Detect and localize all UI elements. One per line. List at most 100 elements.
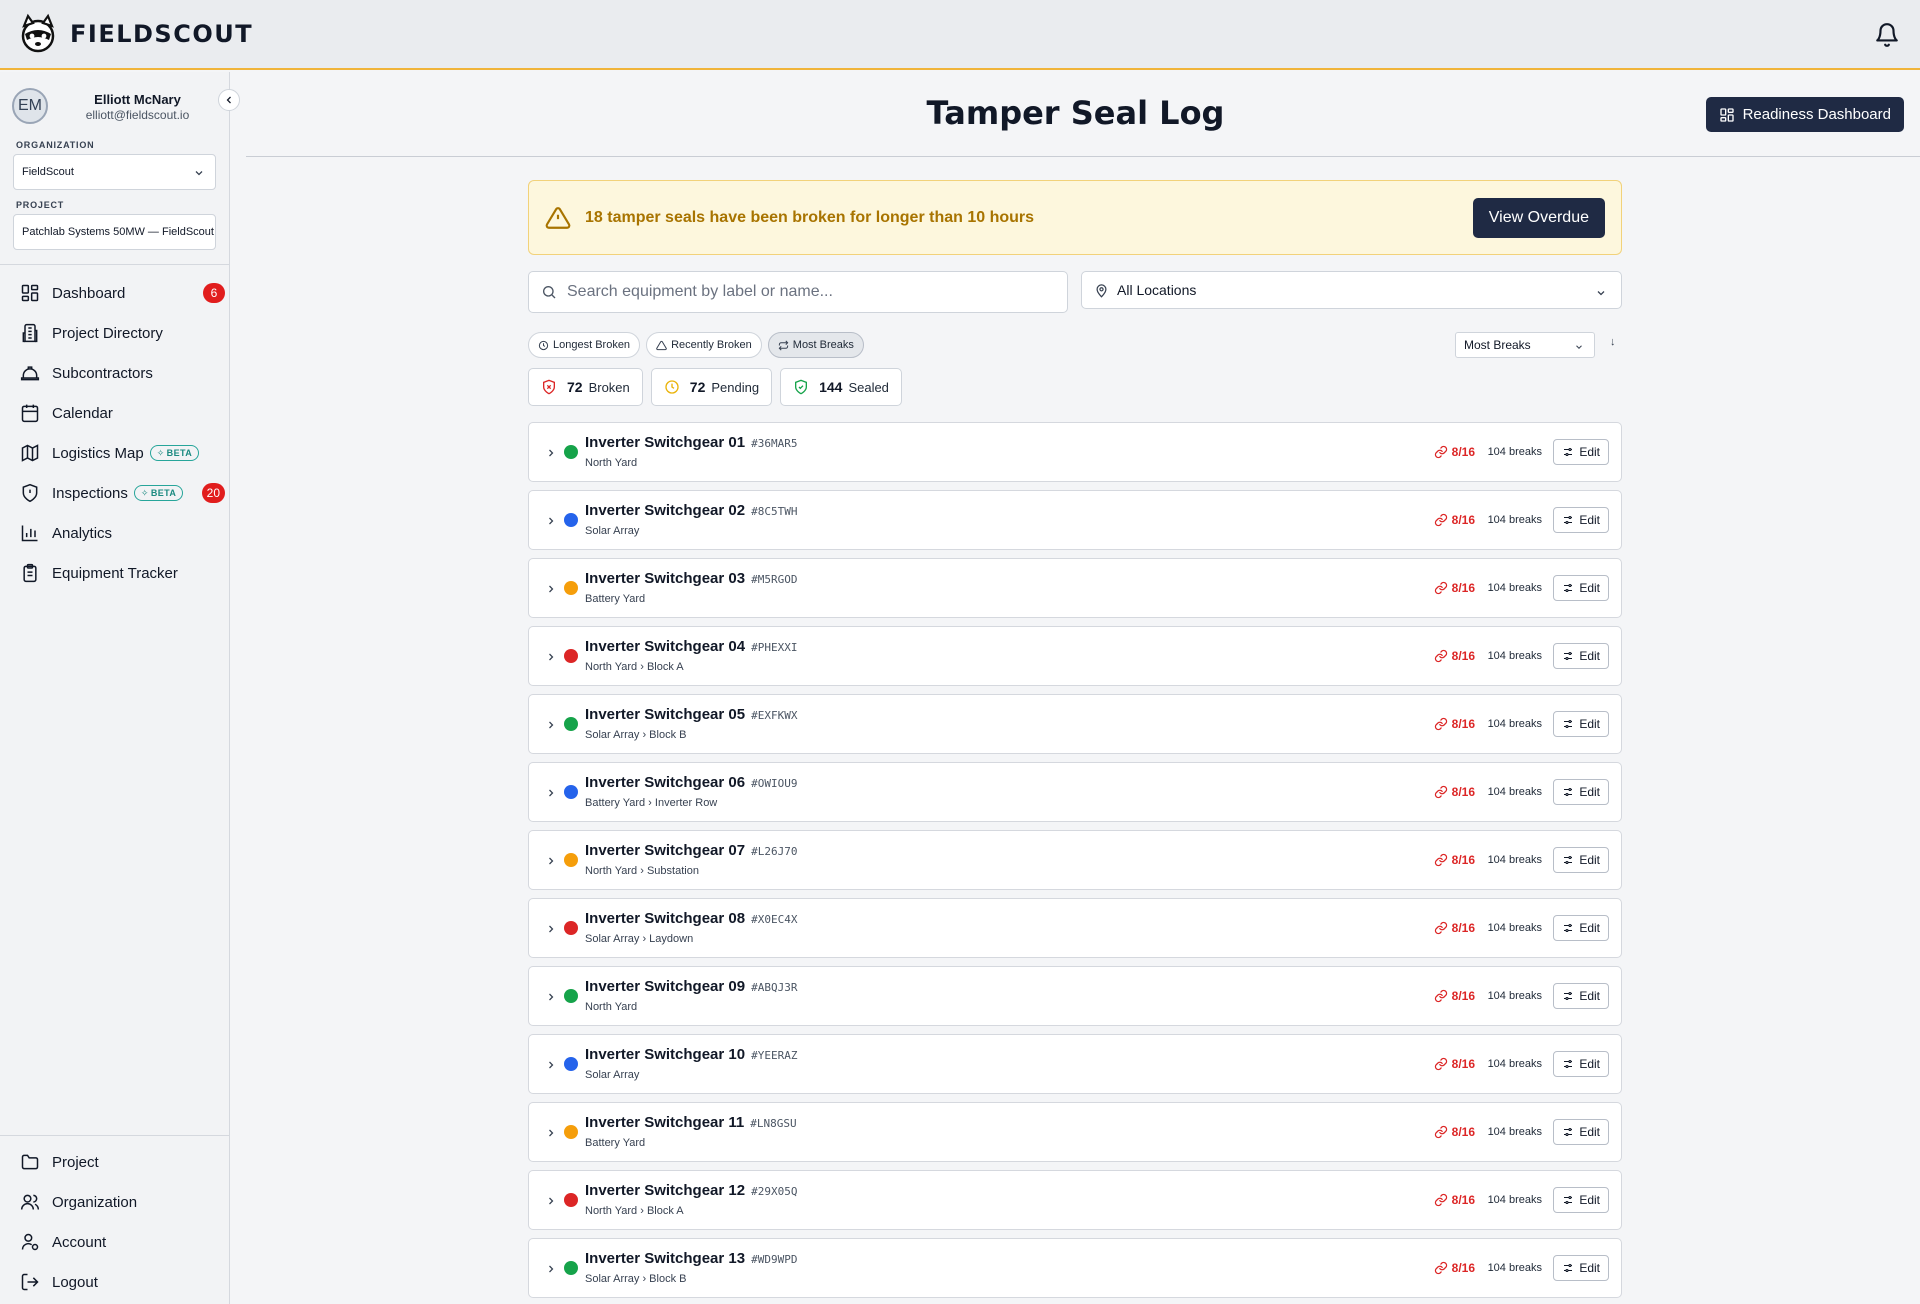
equipment-name: Inverter Switchgear 06 #OWIOU9 (585, 774, 797, 791)
edit-button[interactable]: Edit (1553, 1119, 1609, 1145)
seal-count: 8/16 (1434, 785, 1475, 799)
equipment-name-text: Inverter Switchgear 10 (585, 1046, 746, 1063)
equipment-row[interactable]: Inverter Switchgear 09 #ABQJ3R North Yard… (528, 966, 1622, 1026)
avatar[interactable]: EM (12, 88, 48, 124)
chevron-right-icon[interactable] (545, 787, 557, 799)
edit-button[interactable]: Edit (1553, 711, 1609, 737)
beta-badge: ✧ BETA (133, 485, 184, 501)
equipment-row[interactable]: Inverter Switchgear 02 #8C5TWH Solar Arra… (528, 490, 1622, 550)
logout-icon (21, 1273, 39, 1291)
equipment-location: Solar Array › Block B (585, 1273, 687, 1285)
sort-select[interactable]: Most Breaks (1455, 332, 1595, 358)
edit-button[interactable]: Edit (1553, 915, 1609, 941)
filter-bar: Search equipment by label or name... All… (528, 271, 1622, 313)
sidebar-item-equipment-tracker[interactable]: Equipment Tracker (0, 553, 229, 593)
chevron-right-icon[interactable] (545, 991, 557, 1003)
stat-sealed[interactable]: 144 Sealed (780, 368, 902, 406)
break-count: 104 breaks (1487, 1262, 1542, 1274)
stat-broken[interactable]: 72 Broken (528, 368, 643, 406)
sidebar-item-organization[interactable]: Organization (0, 1182, 229, 1222)
bell-icon[interactable] (1874, 22, 1900, 48)
warning-icon (656, 340, 667, 350)
sidebar-item-calendar[interactable]: Calendar (0, 393, 229, 433)
equipment-row[interactable]: Inverter Switchgear 10 #YEERAZ Solar Arra… (528, 1034, 1622, 1094)
sidebar-item-project-directory[interactable]: Project Directory (0, 313, 229, 353)
seal-stats: 72 Broken 72 Pending 144 Sealed (528, 368, 1622, 406)
equipment-name-text: Inverter Switchgear 06 (585, 774, 746, 791)
readiness-dashboard-button[interactable]: Readiness Dashboard (1705, 97, 1904, 132)
sidebar-item-logistics-map[interactable]: Logistics Map ✧ BETA (0, 433, 229, 473)
edit-button[interactable]: Edit (1553, 1187, 1609, 1213)
equipment-row[interactable]: Inverter Switchgear 06 #OWIOU9 Battery Ya… (528, 762, 1622, 822)
sidebar-item-inspections[interactable]: Inspections ✧ BETA 20 (0, 473, 229, 513)
equipment-name-text: Inverter Switchgear 03 (585, 570, 746, 587)
edit-button[interactable]: Edit (1553, 983, 1609, 1009)
seal-count: 8/16 (1434, 1125, 1475, 1139)
equipment-row[interactable]: Inverter Switchgear 11 #LN8GSU Battery Ya… (528, 1102, 1622, 1162)
search-input[interactable]: Search equipment by label or name... (528, 271, 1068, 313)
brand[interactable]: FIELDSCOUT (16, 12, 253, 56)
equipment-name-text: Inverter Switchgear 11 (585, 1114, 745, 1131)
sort-chip-most-breaks[interactable]: Most Breaks (767, 332, 864, 358)
break-count: 104 breaks (1487, 718, 1542, 730)
equipment-row[interactable]: Inverter Switchgear 07 #L26J70 North Yard… (528, 830, 1622, 890)
chevron-right-icon[interactable] (545, 447, 557, 459)
clock-icon (665, 380, 679, 394)
equipment-name-text: Inverter Switchgear 02 (585, 502, 746, 519)
edit-button[interactable]: Edit (1553, 779, 1609, 805)
chevron-right-icon[interactable] (545, 515, 557, 527)
organization-select[interactable]: FieldScout (13, 154, 216, 190)
readiness-dashboard-label: Readiness Dashboard (1742, 106, 1891, 123)
chevron-right-icon[interactable] (545, 1127, 557, 1139)
edit-button[interactable]: Edit (1553, 507, 1609, 533)
edit-button[interactable]: Edit (1553, 1255, 1609, 1281)
sort-chip-recently-broken[interactable]: Recently Broken (646, 332, 762, 358)
sidebar-item-analytics[interactable]: Analytics (0, 513, 229, 553)
equipment-row[interactable]: Inverter Switchgear 13 #WD9WPD Solar Arra… (528, 1238, 1622, 1298)
sidebar-item-dashboard[interactable]: Dashboard 6 (0, 273, 229, 313)
user-email: elliott@fieldscout.io (85, 108, 190, 122)
stat-pending[interactable]: 72 Pending (650, 368, 773, 406)
equipment-row[interactable]: Inverter Switchgear 08 #X0EC4X Solar Arra… (528, 898, 1622, 958)
chevron-right-icon[interactable] (545, 1059, 557, 1071)
equipment-name: Inverter Switchgear 03 #M5RGOD (585, 570, 797, 587)
sidebar-bottom-nav: Project Organization Account Logout (0, 1135, 229, 1304)
equipment-code: #ABQJ3R (751, 981, 798, 994)
edit-button[interactable]: Edit (1553, 643, 1609, 669)
edit-button[interactable]: Edit (1553, 575, 1609, 601)
equipment-row[interactable]: Inverter Switchgear 04 #PHEXXI North Yard… (528, 626, 1622, 686)
chevron-right-icon[interactable] (545, 1195, 557, 1207)
sidebar-item-project[interactable]: Project (0, 1142, 229, 1182)
view-overdue-button[interactable]: View Overdue (1472, 198, 1605, 238)
equipment-row[interactable]: Inverter Switchgear 03 #M5RGOD Battery Ya… (528, 558, 1622, 618)
chevron-right-icon[interactable] (545, 651, 557, 663)
chevron-down-icon (195, 171, 203, 176)
chevron-right-icon[interactable] (545, 583, 557, 595)
sort-chip-longest-broken[interactable]: Longest Broken (528, 332, 641, 358)
sidebar-item-subcontractors[interactable]: Subcontractors (0, 353, 229, 393)
edit-button[interactable]: Edit (1553, 1051, 1609, 1077)
status-dot (564, 581, 578, 595)
sidebar: EM Elliott McNary elliott@fieldscout.io … (0, 72, 240, 1304)
collapse-sidebar-button[interactable] (218, 89, 240, 111)
equipment-name-text: Inverter Switchgear 08 (585, 910, 746, 927)
seal-count: 8/16 (1434, 1261, 1475, 1275)
equipment-location: North Yard › Block A (585, 1205, 684, 1217)
equipment-row[interactable]: Inverter Switchgear 01 #36MAR5 North Yard… (528, 422, 1622, 482)
chevron-right-icon[interactable] (545, 1263, 557, 1275)
chevron-right-icon[interactable] (545, 719, 557, 731)
equipment-row[interactable]: Inverter Switchgear 12 #29X05Q North Yard… (528, 1170, 1622, 1230)
location-select[interactable]: All Locations (1081, 271, 1622, 309)
sort-direction-toggle[interactable]: ↓ (1610, 336, 1616, 348)
map-pin-icon (1096, 283, 1107, 298)
project-select[interactable]: Patchlab Systems 50MW — FieldScout (13, 214, 216, 250)
project-label: PROJECT (16, 200, 65, 210)
overdue-alert: 18 tamper seals have been broken for lon… (528, 180, 1622, 255)
sidebar-item-logout[interactable]: Logout (0, 1262, 229, 1302)
chevron-right-icon[interactable] (545, 923, 557, 935)
edit-button[interactable]: Edit (1553, 439, 1609, 465)
sidebar-item-account[interactable]: Account (0, 1222, 229, 1262)
edit-button[interactable]: Edit (1553, 847, 1609, 873)
equipment-row[interactable]: Inverter Switchgear 05 #EXFKWX Solar Arra… (528, 694, 1622, 754)
chevron-right-icon[interactable] (545, 855, 557, 867)
